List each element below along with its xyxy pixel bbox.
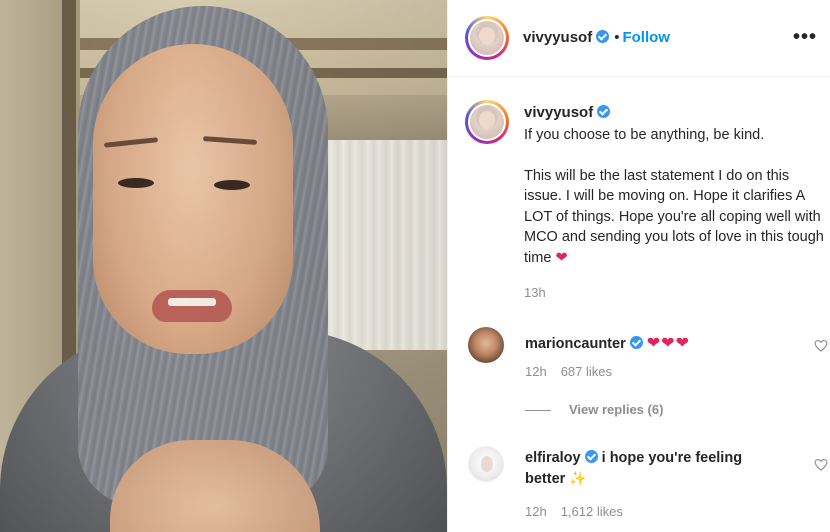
view-replies-label: View replies (6) — [569, 402, 664, 417]
verified-badge-icon — [629, 336, 643, 349]
video-shading — [0, 0, 447, 532]
verified-badge-icon — [596, 30, 610, 43]
comment-text: elfiraloy i hope you're feeling better ✨ — [525, 448, 770, 489]
caption-timestamp[interactable]: 13h — [524, 285, 546, 300]
caption-text-block: vivyyusof If you choose to be anything, … — [524, 104, 824, 268]
red-heart-emoji: ❤ — [555, 249, 568, 266]
comment-body: ❤❤❤ — [646, 335, 690, 352]
heart-outline-icon[interactable] — [814, 458, 828, 471]
verified-badge-icon — [584, 450, 598, 463]
commenter-avatar[interactable] — [468, 327, 504, 363]
caption-line-2: This will be the last statement I do on … — [524, 166, 824, 269]
comment-time[interactable]: 12h — [525, 364, 547, 379]
comment-meta: 12h 687 likes — [525, 364, 626, 379]
post-video[interactable] — [0, 0, 447, 532]
comment-text: marioncaunter ❤❤❤ — [525, 334, 770, 354]
author-username[interactable]: vivyyusof — [523, 29, 592, 46]
comment-likes[interactable]: 1,612 likes — [561, 504, 623, 519]
separator-dot: • — [614, 29, 620, 46]
comment-time[interactable]: 12h — [525, 504, 547, 519]
post-header: vivyyusof • Follow ••• — [448, 0, 830, 77]
caption-author-avatar[interactable] — [465, 100, 509, 144]
verified-badge-icon — [597, 105, 611, 118]
sparkle-emoji: ✨ — [569, 470, 587, 486]
comment-meta: 12h 1,612 likes — [525, 504, 637, 519]
comment-likes[interactable]: 687 likes — [561, 364, 612, 379]
caption-username[interactable]: vivyyusof — [524, 104, 593, 121]
author-name-row: vivyyusof • Follow — [523, 29, 670, 46]
replies-divider-line — [525, 410, 551, 412]
view-replies-button[interactable]: View replies (6) — [525, 402, 663, 417]
commenter-username[interactable]: elfiraloy — [525, 450, 581, 466]
commenter-avatar[interactable] — [468, 446, 504, 482]
caption-line-1: If you choose to be anything, be kind. — [524, 127, 765, 143]
author-avatar[interactable] — [465, 16, 509, 60]
heart-outline-icon[interactable] — [814, 339, 828, 352]
caption-line-2-text: This will be the last statement I do on … — [524, 167, 824, 266]
more-options-icon[interactable]: ••• — [793, 26, 817, 49]
commenter-username[interactable]: marioncaunter — [525, 336, 626, 352]
post-details-panel: vivyyusof • Follow ••• vivyyusof If you ch… — [447, 0, 830, 532]
follow-button[interactable]: Follow — [622, 29, 670, 46]
